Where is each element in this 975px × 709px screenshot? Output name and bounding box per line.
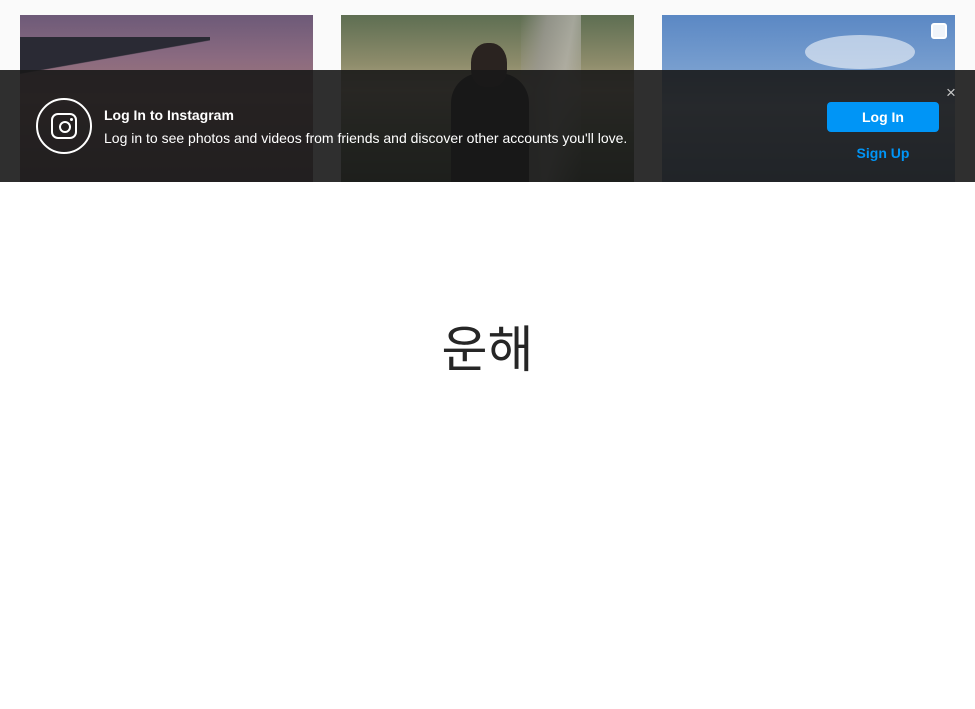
banner-title: Log In to Instagram	[104, 107, 234, 123]
signup-link[interactable]: Sign Up	[827, 145, 939, 161]
banner-subtitle: Log in to see photos and videos from fri…	[104, 130, 628, 146]
photo-detail	[805, 35, 915, 69]
instagram-logo-icon	[36, 98, 92, 154]
login-button[interactable]: Log In	[827, 102, 939, 132]
page: Log In to Instagram Log in to see photos…	[0, 0, 975, 709]
multi-post-icon	[931, 23, 947, 39]
camera-dot	[69, 117, 73, 121]
camera-lens	[58, 120, 71, 133]
camera-outline	[51, 113, 77, 139]
page-heading: 운해	[441, 321, 534, 379]
close-icon[interactable]: ×	[943, 84, 959, 101]
login-banner: Log In to Instagram Log in to see photos…	[0, 70, 975, 182]
